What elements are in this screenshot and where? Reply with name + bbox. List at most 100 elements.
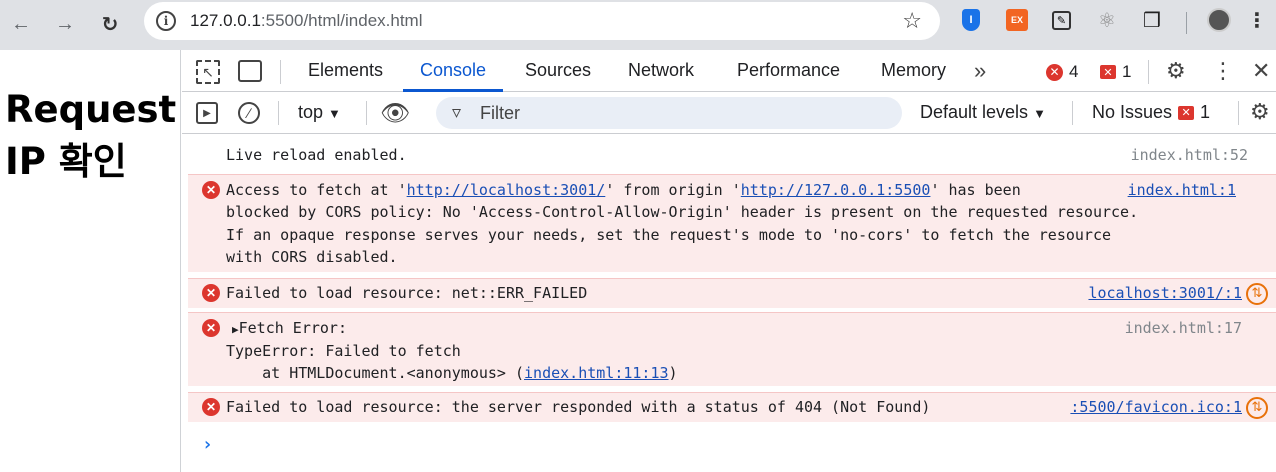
console-settings-gear-icon[interactable]: ⚙: [1250, 99, 1270, 125]
issue-counter[interactable]: ✕ 1: [1100, 62, 1131, 82]
console-messages: Live reload enabled. index.html:52 ✕ Acc…: [182, 134, 1276, 472]
url-host: 127.0.0.1: [190, 11, 261, 30]
more-tabs-chevron-icon[interactable]: »: [974, 58, 986, 84]
error-icon: ✕: [202, 181, 220, 199]
issue-icon: ✕: [1178, 105, 1195, 120]
devtools-tab-bar: ↖ Elements Console Sources Network Perfo…: [182, 50, 1276, 92]
issues-count: 1: [1200, 102, 1211, 122]
tab-memory[interactable]: Memory: [881, 60, 946, 81]
error-line-2: blocked by CORS policy: No 'Access-Contr…: [226, 203, 1139, 221]
heading-line-2: IP 확인: [5, 140, 127, 183]
react-devtools-icon[interactable]: ⚛: [1096, 9, 1118, 32]
tab-performance[interactable]: Performance: [737, 60, 840, 81]
issues-label: No Issues: [1092, 102, 1173, 122]
address-bar[interactable]: i 127.0.0.1:5500/html/index.html ☆: [144, 2, 940, 40]
error-text: Failed to load resource: the server resp…: [226, 398, 931, 416]
error-line-4: with CORS disabled.: [226, 248, 398, 266]
message-source[interactable]: :5500/favicon.ico:1: [1070, 396, 1242, 419]
url-link[interactable]: http://localhost:3001/: [407, 181, 606, 199]
text-fragment: Access to fetch at ': [226, 181, 407, 199]
network-request-icon[interactable]: ⇅: [1246, 397, 1268, 419]
settings-gear-icon[interactable]: ⚙: [1166, 58, 1186, 84]
error-text: Failed to load resource: net::ERR_FAILED: [226, 284, 588, 302]
context-selector[interactable]: top ▼: [298, 102, 341, 123]
console-error-message: ✕ Failed to load resource: net::ERR_FAIL…: [188, 278, 1276, 308]
heading-line-1: Request: [5, 88, 177, 131]
sidebar-toggle-icon[interactable]: ▶: [196, 102, 218, 124]
page-heading: Request IP 확인: [5, 84, 176, 188]
forward-icon[interactable]: →: [50, 9, 80, 39]
message-source[interactable]: index.html:1: [1128, 179, 1236, 202]
issues-button[interactable]: No Issues ✕ 1: [1092, 102, 1210, 123]
message-source[interactable]: localhost:3001/:1: [1088, 282, 1242, 305]
toolbar-divider: [1072, 101, 1073, 125]
url-path: :5500/html/index.html: [260, 11, 423, 30]
extensions-puzzle-icon[interactable]: ❒: [1141, 9, 1163, 32]
error-counter[interactable]: ✕ 4: [1046, 62, 1078, 82]
text-fragment: ' from origin ': [605, 181, 741, 199]
message-source[interactable]: index.html:17: [1125, 317, 1242, 340]
error-icon: ✕: [202, 284, 220, 302]
tab-console[interactable]: Console: [420, 60, 486, 81]
log-levels-label: Default levels: [920, 102, 1029, 122]
console-error-message: ✕ Failed to load resource: the server re…: [188, 392, 1276, 422]
error-icon: ✕: [1046, 63, 1063, 81]
console-prompt-chevron-icon[interactable]: ›: [202, 434, 213, 455]
error-title: Fetch Error:: [238, 319, 347, 337]
console-error-message: ✕ ▶Fetch Error: TypeError: Failed to fet…: [188, 312, 1276, 386]
console-toolbar: ▶ ∕ top ▼ 👁 ▿ Filter Default levels ▼ No…: [182, 92, 1276, 134]
profile-avatar[interactable]: [1207, 8, 1231, 32]
tab-network[interactable]: Network: [628, 60, 694, 81]
log-levels-dropdown[interactable]: Default levels ▼: [920, 102, 1046, 123]
tab-divider: [280, 60, 281, 84]
reload-icon[interactable]: ↻: [95, 9, 125, 39]
devtools-panel: ↖ Elements Console Sources Network Perfo…: [182, 50, 1276, 472]
note-extension-icon[interactable]: ✎: [1052, 11, 1071, 30]
text-fragment: ): [668, 364, 678, 382]
message-source[interactable]: index.html:52: [1131, 144, 1248, 167]
issue-count: 1: [1122, 62, 1132, 81]
chevron-down-icon: ▼: [328, 106, 341, 121]
toolbar-divider: [1186, 12, 1187, 34]
close-devtools-icon[interactable]: ✕: [1252, 58, 1270, 84]
toolbar-divider: [278, 101, 279, 125]
filter-input[interactable]: ▿ Filter: [436, 97, 902, 129]
url-text[interactable]: 127.0.0.1:5500/html/index.html: [190, 11, 423, 31]
ex-extension-icon[interactable]: EX: [1006, 9, 1028, 31]
console-log-message: Live reload enabled. index.html:52: [188, 144, 1276, 168]
error-line-3: If an opaque response serves your needs,…: [226, 226, 1112, 244]
stack-trace-line: at HTMLDocument.<anonymous> (index.html:…: [226, 362, 678, 385]
error-icon: ✕: [202, 319, 220, 337]
expand-triangle-icon: ▶: [232, 323, 239, 336]
tab-elements[interactable]: Elements: [308, 60, 383, 81]
text-fragment: ' has been: [930, 181, 1021, 199]
filter-funnel-icon: ▿: [452, 102, 462, 122]
error-line-2: TypeError: Failed to fetch: [226, 342, 461, 360]
tab-sources[interactable]: Sources: [525, 60, 591, 81]
expand-error-toggle[interactable]: ▶Fetch Error:: [232, 317, 347, 342]
bookmark-star-icon[interactable]: ☆: [902, 8, 922, 34]
toolbar-divider: [366, 101, 367, 125]
site-info-icon[interactable]: i: [156, 11, 176, 31]
customize-menu-icon[interactable]: ⋮: [1212, 58, 1234, 84]
clear-console-icon[interactable]: ∕: [238, 102, 260, 124]
issue-icon: ✕: [1100, 65, 1116, 79]
network-request-icon[interactable]: ⇅: [1246, 283, 1268, 305]
live-expression-eye-icon[interactable]: 👁: [380, 99, 410, 128]
console-error-message: ✕ Access to fetch at 'http://localhost:3…: [188, 174, 1276, 272]
context-label: top: [298, 102, 324, 122]
browser-menu-icon[interactable]: ⋮: [1246, 9, 1268, 32]
origin-link[interactable]: http://127.0.0.1:5500: [741, 181, 931, 199]
inspect-element-icon[interactable]: ↖: [196, 60, 220, 84]
password-manager-extension-icon[interactable]: I: [962, 9, 980, 31]
error-line-1: Access to fetch at 'http://localhost:300…: [226, 179, 1021, 202]
browser-toolbar: ← → ↻ i 127.0.0.1:5500/html/index.html ☆…: [0, 0, 1276, 50]
text-fragment: at HTMLDocument.<anonymous> (: [226, 364, 525, 382]
tab-divider: [1148, 60, 1149, 84]
page-viewport: Request IP 확인: [0, 50, 181, 472]
stack-link[interactable]: index.html:11:13: [524, 364, 669, 382]
back-icon[interactable]: ←: [6, 9, 36, 39]
toolbar-divider: [1238, 101, 1239, 125]
filter-placeholder: Filter: [480, 103, 520, 123]
device-toolbar-icon[interactable]: [238, 60, 262, 82]
